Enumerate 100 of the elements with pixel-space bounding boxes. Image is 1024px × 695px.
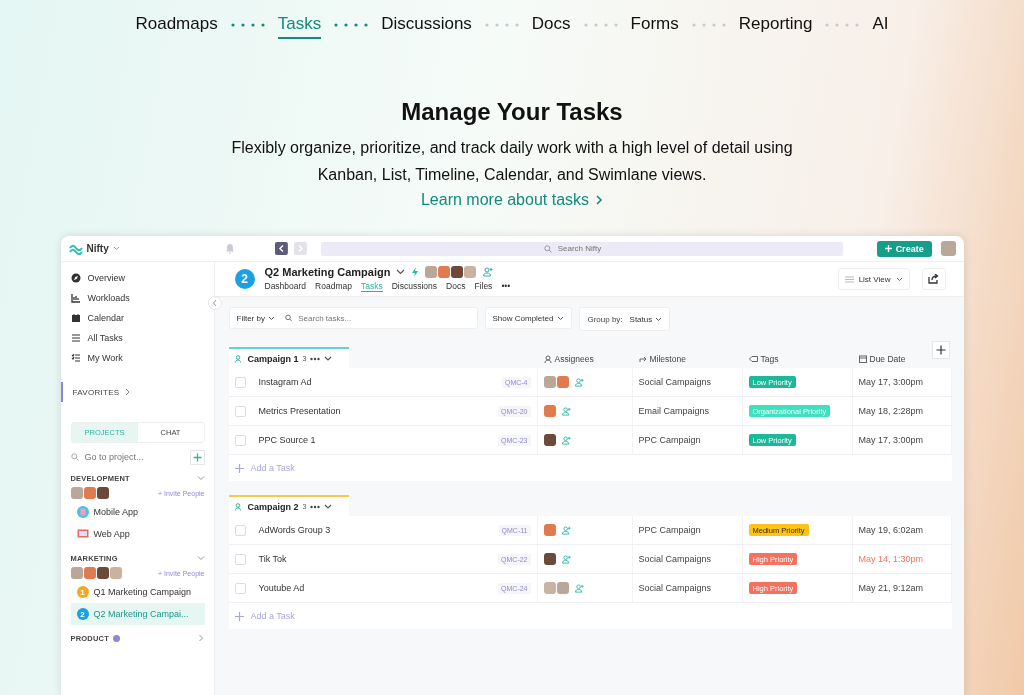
workspace-name[interactable]: Nifty xyxy=(86,243,109,254)
task-name[interactable]: Instagram Ad xyxy=(252,368,453,396)
photo-placeholder xyxy=(451,266,464,278)
plus-icon[interactable] xyxy=(234,463,244,473)
column-header[interactable]: Due Date xyxy=(869,353,906,364)
learn-more-link[interactable]: Learn more about tasks xyxy=(420,191,590,209)
back-icon[interactable] xyxy=(274,242,288,255)
nav-tab[interactable]: Forms xyxy=(630,11,679,39)
more-icon[interactable] xyxy=(310,504,321,509)
task-name[interactable]: Youtube Ad xyxy=(252,574,453,602)
milestone-cell: Social Campaigns xyxy=(632,368,743,396)
task-checkbox[interactable] xyxy=(234,582,246,594)
project-tab[interactable]: Discussions xyxy=(391,281,438,292)
photo-placeholder xyxy=(109,567,122,579)
add-person-icon[interactable] xyxy=(561,406,571,416)
nav-tab[interactable]: Discussions xyxy=(381,11,472,39)
add-person-icon[interactable] xyxy=(574,583,584,593)
caret-icon xyxy=(267,315,275,321)
project-tab[interactable]: Dashboard xyxy=(264,281,307,292)
add-person-icon[interactable] xyxy=(561,525,571,535)
milestone-cell: Social Campaigns xyxy=(632,545,743,573)
project-badge: 2 xyxy=(234,269,255,289)
milestone-cell: PPC Campaign xyxy=(632,516,743,544)
task-name[interactable]: PPC Source 1 xyxy=(252,426,453,454)
task-checkbox[interactable] xyxy=(234,553,246,565)
photo-placeholder xyxy=(464,266,477,278)
user-avatar[interactable] xyxy=(940,241,956,256)
project-item[interactable]: Web App xyxy=(70,523,205,545)
calendar-icon xyxy=(858,354,867,363)
person-icon xyxy=(234,354,244,363)
more-icon[interactable] xyxy=(310,356,321,361)
group-by-dropdown[interactable]: Status xyxy=(629,314,663,324)
project-tab[interactable]: Docs xyxy=(446,281,466,292)
caret-icon xyxy=(557,315,565,321)
nav-tab[interactable]: Reporting xyxy=(738,11,813,39)
task-checkbox[interactable] xyxy=(234,405,246,417)
bar-chart-icon xyxy=(70,293,81,303)
filter-dropdown[interactable]: Filter by xyxy=(236,313,275,323)
sidebar-item[interactable]: Workloads xyxy=(70,288,205,308)
chevron-right-icon[interactable] xyxy=(124,388,130,396)
plus-icon[interactable] xyxy=(234,611,244,621)
column-header[interactable]: Milestone xyxy=(649,353,686,364)
photo-placeholder xyxy=(83,487,96,499)
project-tab[interactable]: Roadmap xyxy=(315,281,352,292)
caret-icon[interactable] xyxy=(324,503,333,510)
nav-tab[interactable]: AI xyxy=(872,11,889,39)
bell-icon[interactable] xyxy=(225,243,235,254)
compass-icon xyxy=(70,273,81,283)
search-input[interactable]: Search Nifty xyxy=(555,243,620,254)
photo-placeholder xyxy=(543,434,556,446)
project-tab[interactable]: Files xyxy=(474,281,493,292)
chevron-right-icon[interactable] xyxy=(595,195,604,205)
show-completed-dropdown[interactable]: Show Completed xyxy=(484,307,573,329)
due-date-cell: May 21, 9:12am xyxy=(852,574,952,602)
nav-tab[interactable]: Tasks xyxy=(277,11,322,39)
project-title[interactable]: Q2 Marketing Campaign xyxy=(264,266,391,278)
project-item[interactable]: 1 Q1 Marketing Campaign xyxy=(70,581,205,603)
subtitle-text: Flexibly organize, prioritize, and track daily work with a high level of detail using xyxy=(231,138,793,158)
more-button[interactable]: ••• xyxy=(501,281,511,292)
column-header[interactable]: Tags xyxy=(760,353,779,364)
caret-icon[interactable] xyxy=(324,355,333,362)
sidebar-item[interactable]: Overview xyxy=(70,268,205,288)
task-name[interactable]: AdWords Group 3 xyxy=(252,516,453,544)
group-name[interactable]: Campaign 2 xyxy=(247,501,299,512)
person-icon xyxy=(234,502,244,511)
group-by-label: Group by: xyxy=(587,314,623,324)
task-name[interactable]: Metrics Presentation xyxy=(252,397,453,425)
add-person-icon[interactable] xyxy=(483,267,494,277)
column-header[interactable]: Assignees xyxy=(554,353,594,364)
nav-tab[interactable]: Docs xyxy=(531,11,571,39)
sidebar-item[interactable]: All Tasks xyxy=(70,328,205,348)
due-date-cell: May 17, 3:00pm xyxy=(852,368,952,396)
collapse-sidebar-icon[interactable] xyxy=(207,296,222,310)
share-button[interactable] xyxy=(921,268,946,290)
project-item[interactable]: Mobile App xyxy=(70,501,205,523)
favorites-section[interactable]: FAVORITES xyxy=(72,387,120,397)
list-icon xyxy=(70,333,81,343)
task-checkbox[interactable] xyxy=(234,376,246,388)
add-person-icon[interactable] xyxy=(574,377,584,387)
search-field[interactable]: Search Nifty xyxy=(320,241,843,256)
caret-icon[interactable] xyxy=(396,269,406,275)
forward-icon[interactable] xyxy=(293,242,307,255)
sidebar-item[interactable]: My Work xyxy=(70,348,205,368)
lightning-icon[interactable] xyxy=(411,267,420,277)
share-icon xyxy=(928,274,939,284)
search-icon xyxy=(284,314,293,322)
task-name[interactable]: Tik Tok xyxy=(252,545,453,573)
nav-tab[interactable]: Roadmaps xyxy=(135,11,218,39)
add-person-icon[interactable] xyxy=(561,554,571,564)
task-checkbox[interactable] xyxy=(234,524,246,536)
photo-placeholder xyxy=(96,487,109,499)
group-name[interactable]: Campaign 1 xyxy=(247,353,299,364)
view-dropdown[interactable]: List View xyxy=(837,268,910,290)
help-icon[interactable] xyxy=(113,634,120,642)
add-person-icon[interactable] xyxy=(561,435,571,445)
due-date-cell: May 19, 6:02am xyxy=(852,516,952,544)
sidebar-item[interactable]: Calendar xyxy=(70,308,205,328)
photo-placeholder xyxy=(556,376,569,388)
task-checkbox[interactable] xyxy=(234,434,246,446)
photo-placeholder xyxy=(425,266,438,278)
